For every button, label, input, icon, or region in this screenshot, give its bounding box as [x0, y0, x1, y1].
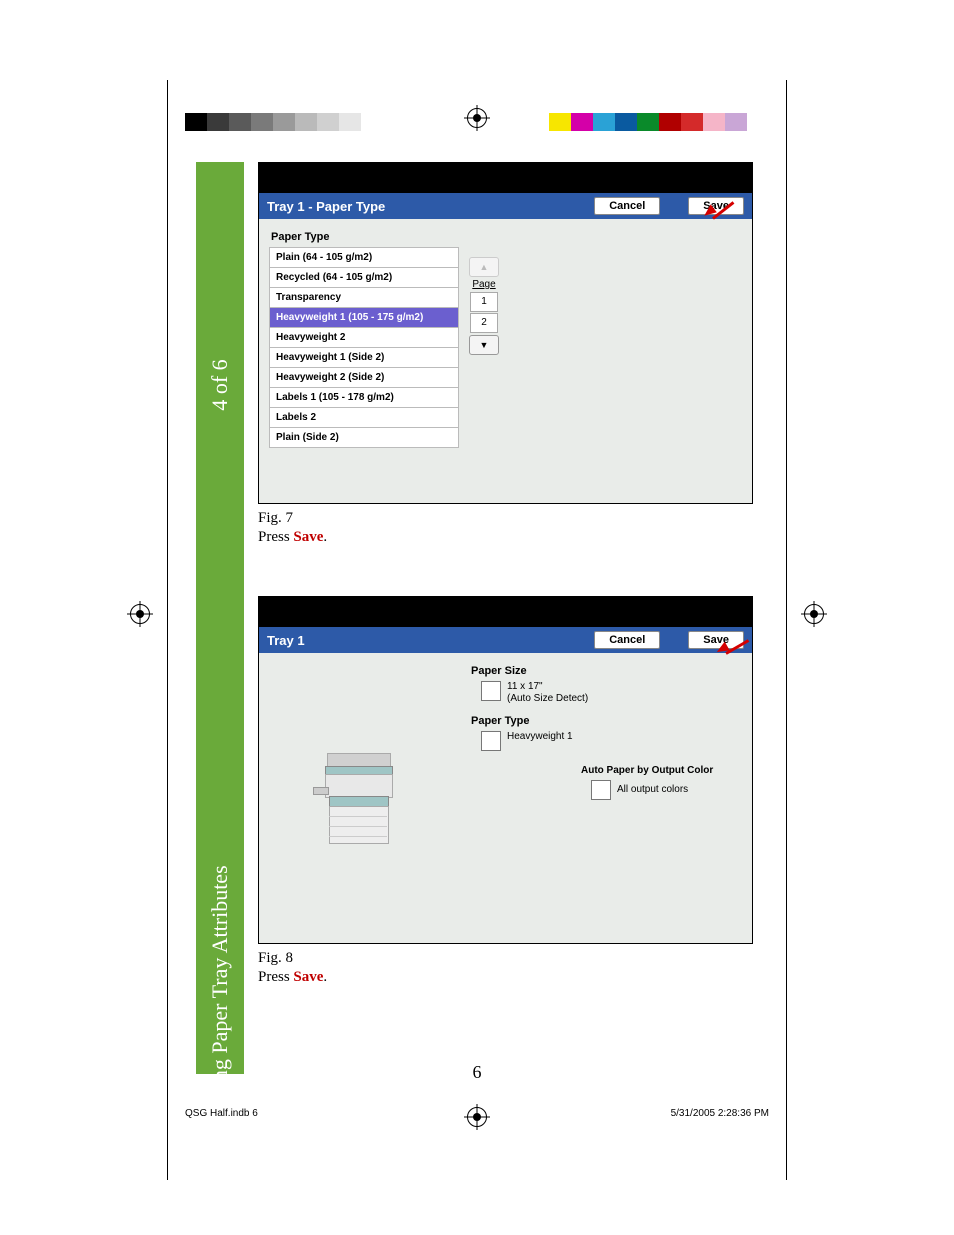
color-swatch: [229, 113, 251, 131]
paper-type-option[interactable]: Heavyweight 1 (Side 2): [269, 348, 459, 368]
color-swatch: [681, 113, 703, 131]
pager: ▲ Page 1 2 ▼: [469, 255, 499, 357]
paper-type-option[interactable]: Heavyweight 2: [269, 328, 459, 348]
color-calibration-bar: [185, 113, 383, 131]
figure-caption: Fig. 7: [258, 510, 763, 527]
color-swatch: [637, 113, 659, 131]
main-content: Tray 1 - Paper Type Cancel Save Paper Ty…: [258, 162, 763, 986]
page-label: Page: [469, 279, 499, 290]
registration-mark-icon: [130, 604, 150, 624]
footer-filename: QSG Half.indb 6: [185, 1108, 258, 1119]
auto-paper-checkbox[interactable]: [591, 780, 611, 800]
color-swatch: [185, 113, 207, 131]
color-swatch: [615, 113, 637, 131]
step-indicator: 4 of 6: [207, 359, 233, 410]
printer-screen-tray: Tray 1 Cancel Save Paper Size: [258, 596, 753, 944]
screen-title-bar: Tray 1 - Paper Type Cancel Save: [259, 193, 752, 219]
paper-type-option[interactable]: Heavyweight 1 (105 - 175 g/m2): [269, 308, 459, 328]
paper-type-option[interactable]: Recycled (64 - 105 g/m2): [269, 268, 459, 288]
page-up-button[interactable]: ▲: [469, 257, 499, 277]
color-swatch: [747, 113, 769, 131]
paper-type-list: Plain (64 - 105 g/m2)Recycled (64 - 105 …: [269, 247, 459, 448]
printer-screen-paper-type: Tray 1 - Paper Type Cancel Save Paper Ty…: [258, 162, 753, 504]
crop-mark: [167, 80, 168, 1180]
instruction-text: Press Save.: [258, 529, 763, 546]
page-number-1[interactable]: 1: [470, 292, 498, 312]
paper-type-option[interactable]: Plain (Side 2): [269, 428, 459, 448]
cancel-button[interactable]: Cancel: [594, 197, 660, 215]
auto-paper-label: Auto Paper by Output Color: [581, 765, 740, 776]
color-swatch: [273, 113, 295, 131]
registration-mark-icon: [804, 604, 824, 624]
color-swatch: [361, 113, 383, 131]
screen-title-bar: Tray 1 Cancel Save: [259, 627, 752, 653]
color-swatch: [207, 113, 229, 131]
paper-type-label: Paper Type: [271, 231, 742, 243]
copier-illustration-icon: [319, 753, 399, 848]
paper-type-option[interactable]: Labels 2: [269, 408, 459, 428]
paper-type-label: Paper Type: [471, 715, 740, 727]
footer-timestamp: 5/31/2005 2:28:36 PM: [671, 1108, 769, 1119]
color-swatch: [571, 113, 593, 131]
figure-caption: Fig. 8: [258, 950, 763, 967]
paper-type-value: Heavyweight 1: [507, 731, 573, 743]
color-swatch: [725, 113, 747, 131]
screen-title: Tray 1 - Paper Type: [267, 199, 385, 214]
paper-size-value: 11 x 17" (Auto Size Detect): [507, 681, 588, 705]
registration-mark-icon: [467, 108, 487, 128]
color-swatch: [549, 113, 571, 131]
paper-type-checkbox[interactable]: [481, 731, 501, 751]
paper-type-option[interactable]: Plain (64 - 105 g/m2): [269, 248, 459, 268]
color-swatch: [659, 113, 681, 131]
color-swatch: [251, 113, 273, 131]
crop-mark: [786, 80, 787, 1180]
page-down-button[interactable]: ▼: [469, 335, 499, 355]
instruction-text: Press Save.: [258, 969, 763, 986]
section-title: Changing Paper Tray Attributes: [207, 865, 233, 1144]
screen-top-bar: [259, 163, 752, 193]
cancel-button[interactable]: Cancel: [594, 631, 660, 649]
paper-type-option[interactable]: Transparency: [269, 288, 459, 308]
document-page: 4 of 6 Changing Paper Tray Attributes Tr…: [0, 0, 954, 1235]
paper-type-option[interactable]: Heavyweight 2 (Side 2): [269, 368, 459, 388]
registration-mark-icon: [467, 1107, 487, 1127]
paper-size-checkbox[interactable]: [481, 681, 501, 701]
color-swatch: [295, 113, 317, 131]
screen-top-bar: [259, 597, 752, 627]
color-swatch: [593, 113, 615, 131]
color-swatch: [317, 113, 339, 131]
auto-paper-value: All output colors: [617, 780, 688, 796]
sidebar: 4 of 6 Changing Paper Tray Attributes: [196, 162, 244, 1074]
paper-type-option[interactable]: Labels 1 (105 - 178 g/m2): [269, 388, 459, 408]
paper-size-label: Paper Size: [471, 665, 740, 677]
screen-title: Tray 1: [267, 633, 305, 648]
color-swatch: [339, 113, 361, 131]
color-calibration-bar: [549, 113, 769, 131]
color-swatch: [703, 113, 725, 131]
page-number: 6: [473, 1062, 482, 1083]
page-number-2[interactable]: 2: [470, 313, 498, 333]
